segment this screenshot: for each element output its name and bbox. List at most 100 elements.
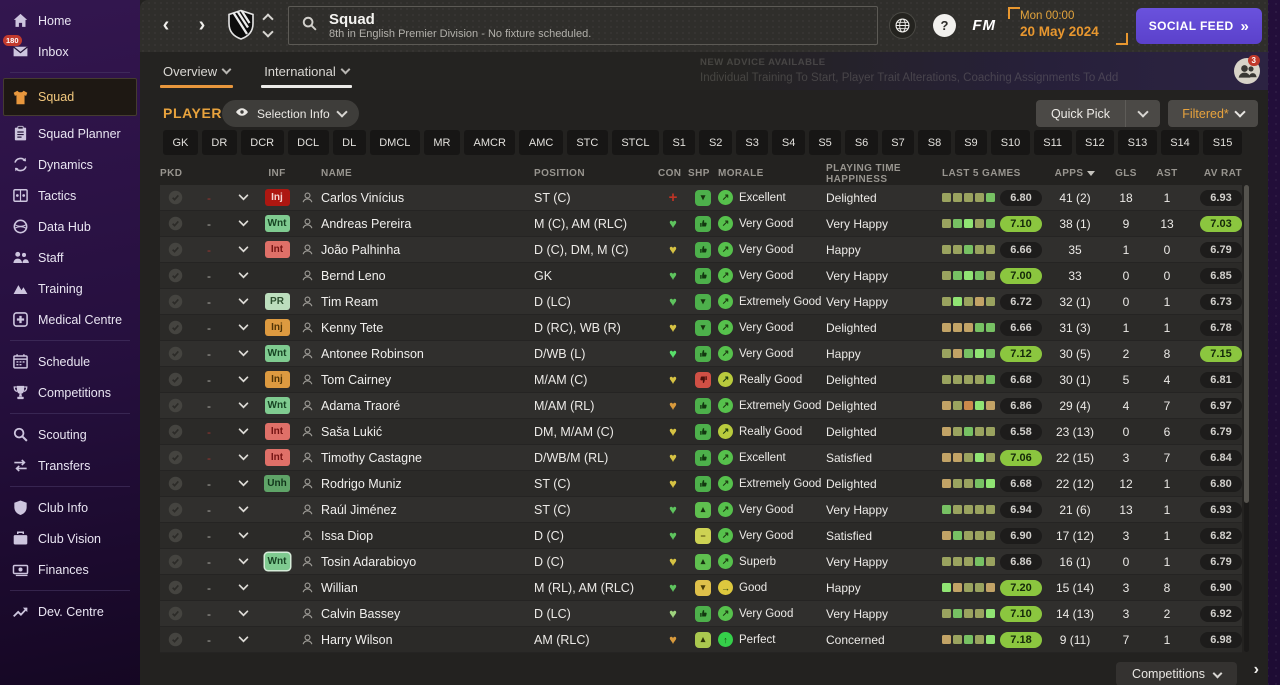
player-name[interactable]: João Palhinha xyxy=(318,243,534,257)
position-filter-stc[interactable]: STC xyxy=(566,130,608,155)
picked-check-icon[interactable] xyxy=(160,580,190,595)
table-row-carlos-vin-cius[interactable]: - Inj Carlos Vinícius ST (C) + ▾ ↗ Excel… xyxy=(160,185,1242,211)
chevron-down-icon[interactable] xyxy=(228,220,258,227)
player-name[interactable]: Antonee Robinson xyxy=(318,347,534,361)
position-filter-s5[interactable]: S5 xyxy=(808,130,842,155)
col-average-rating[interactable]: AV RAT xyxy=(1188,168,1242,179)
player-name[interactable]: Raúl Jiménez xyxy=(318,503,534,517)
col-last-5-games[interactable]: LAST 5 GAMES xyxy=(942,168,1044,179)
staff-avatar[interactable]: 3 xyxy=(1234,55,1260,84)
position-filter-s4[interactable]: S4 xyxy=(772,130,805,155)
search-icon[interactable] xyxy=(301,15,318,37)
chevron-down-icon[interactable] xyxy=(228,636,258,643)
picked-check-icon[interactable] xyxy=(160,346,190,361)
col-inf[interactable]: INF xyxy=(258,168,296,179)
col-morale[interactable]: MORALE xyxy=(718,168,826,179)
table-row-calvin-bassey[interactable]: - Calvin Bassey D (LC) ♥ ↗ Very Good Ver… xyxy=(160,601,1242,627)
player-name[interactable]: Bernd Leno xyxy=(318,269,534,283)
chevron-down-icon[interactable] xyxy=(228,610,258,617)
sidebar-item-scouting[interactable]: Scouting xyxy=(0,419,140,450)
filtered-button[interactable]: Filtered* xyxy=(1168,100,1258,127)
forward-arrow-icon[interactable]: › xyxy=(190,12,214,38)
picked-check-icon[interactable] xyxy=(160,320,190,335)
player-name[interactable]: Carlos Vinícius xyxy=(318,191,534,205)
picked-check-icon[interactable] xyxy=(160,294,190,309)
picked-check-icon[interactable] xyxy=(160,424,190,439)
chevron-down-icon[interactable] xyxy=(228,272,258,279)
player-name[interactable]: Willian xyxy=(318,581,534,595)
position-filter-dcr[interactable]: DCR xyxy=(240,130,284,155)
chevron-down-icon[interactable] xyxy=(228,376,258,383)
sidebar-item-inbox[interactable]: 180 Inbox xyxy=(0,35,140,67)
picked-check-icon[interactable] xyxy=(160,372,190,387)
table-header[interactable]: PKD INF NAME POSITION CON SHP MORALE PLA… xyxy=(160,163,1242,185)
col-goals[interactable]: GLS xyxy=(1106,168,1146,179)
player-name[interactable]: Timothy Castagne xyxy=(318,451,534,465)
position-filter-stcl[interactable]: STCL xyxy=(611,130,659,155)
table-row-rodrigo-muniz[interactable]: - Unh Rodrigo Muniz ST (C) ♥ ↗ Extremely… xyxy=(160,471,1242,497)
sidebar-item-finances[interactable]: Finances xyxy=(0,554,140,585)
tab-international[interactable]: International xyxy=(261,52,352,90)
position-filter-s3[interactable]: S3 xyxy=(735,130,769,155)
sidebar-item-home[interactable]: Home xyxy=(0,5,140,36)
col-position[interactable]: POSITION xyxy=(534,168,658,179)
sidebar-item-staff[interactable]: Staff xyxy=(0,242,140,273)
player-name[interactable]: Andreas Pereira xyxy=(318,217,534,231)
chevron-down-icon[interactable] xyxy=(1126,100,1160,127)
picked-check-icon[interactable] xyxy=(160,450,190,465)
chevron-down-icon[interactable] xyxy=(228,298,258,305)
table-row-jo-o-palhinha[interactable]: - Int João Palhinha D (C), DM, M (C) ♥ ↗… xyxy=(160,237,1242,263)
club-crest-icon[interactable] xyxy=(226,9,256,42)
sidebar-item-transfers[interactable]: Transfers xyxy=(0,450,140,481)
chevron-down-icon[interactable] xyxy=(228,428,258,435)
col-sharpness[interactable]: SHP xyxy=(688,168,718,179)
table-row-timothy-castagne[interactable]: - Int Timothy Castagne D/WB/M (RL) ♥ ↗ E… xyxy=(160,445,1242,471)
picked-check-icon[interactable] xyxy=(160,476,190,491)
table-row-sa-a-luki[interactable]: - Int Saša Lukić DM, M/AM (C) ♥ ↗ Really… xyxy=(160,419,1242,445)
col-name[interactable]: NAME xyxy=(318,168,534,179)
col-playing-time-happiness[interactable]: PLAYING TIME HAPPINESS xyxy=(826,163,942,185)
table-row-tom-cairney[interactable]: - Inj Tom Cairney M/AM (C) ♥ ↗ Really Go… xyxy=(160,367,1242,393)
quick-pick-button[interactable]: Quick Pick xyxy=(1035,100,1160,127)
position-filter-s12[interactable]: S12 xyxy=(1075,130,1115,155)
social-feed-button[interactable]: SOCIAL FEED » xyxy=(1136,8,1262,44)
position-filter-s7[interactable]: S7 xyxy=(881,130,915,155)
tab-overview[interactable]: Overview xyxy=(160,52,234,90)
position-filter-dcl[interactable]: DCL xyxy=(287,130,329,155)
position-filter-s6[interactable]: S6 xyxy=(845,130,878,155)
club-switcher-icon[interactable] xyxy=(262,13,274,38)
picked-check-icon[interactable] xyxy=(160,268,190,283)
sidebar-item-schedule[interactable]: Schedule xyxy=(0,346,140,377)
player-name[interactable]: Calvin Bassey xyxy=(318,607,534,621)
picked-check-icon[interactable] xyxy=(160,528,190,543)
picked-check-icon[interactable] xyxy=(160,398,190,413)
chevron-down-icon[interactable] xyxy=(228,350,258,357)
position-filter-amcr[interactable]: AMCR xyxy=(464,130,516,155)
picked-check-icon[interactable] xyxy=(160,632,190,647)
table-scrollbar[interactable] xyxy=(1244,185,1249,652)
table-row-issa-diop[interactable]: - Issa Diop D (C) ♥ − ↗ Very Good Satisf… xyxy=(160,523,1242,549)
col-assists[interactable]: AST xyxy=(1146,168,1188,179)
picked-check-icon[interactable] xyxy=(160,606,190,621)
picked-check-icon[interactable] xyxy=(160,242,190,257)
picked-check-icon[interactable] xyxy=(160,216,190,231)
table-row-adama-traor[interactable]: - Wnt Adama Traoré M/AM (RL) ♥ ↗ Extreme… xyxy=(160,393,1242,419)
chevron-down-icon[interactable] xyxy=(228,246,258,253)
table-row-tim-ream[interactable]: - PR Tim Ream D (LC) ♥ ▾ ↗ Extremely Goo… xyxy=(160,289,1242,315)
position-filter-s14[interactable]: S14 xyxy=(1160,130,1200,155)
position-filter-s15[interactable]: S15 xyxy=(1203,130,1242,155)
player-name[interactable]: Issa Diop xyxy=(318,529,534,543)
continue-date-block[interactable]: Mon 00:00 20 May 2024 xyxy=(1008,7,1128,45)
player-name[interactable]: Rodrigo Muniz xyxy=(318,477,534,491)
chevron-down-icon[interactable] xyxy=(228,454,258,461)
chevron-down-icon[interactable] xyxy=(228,532,258,539)
player-name[interactable]: Kenny Tete xyxy=(318,321,534,335)
sidebar-item-squad-planner[interactable]: Squad Planner xyxy=(0,118,140,149)
sidebar-item-data-hub[interactable]: Data Hub xyxy=(0,211,140,242)
sidebar-item-tactics[interactable]: Tactics xyxy=(0,180,140,211)
position-filter-dr[interactable]: DR xyxy=(201,130,237,155)
position-filter-s1[interactable]: S1 xyxy=(662,130,696,155)
footer-next-arrow[interactable]: › xyxy=(1254,661,1259,679)
sidebar-item-training[interactable]: Training xyxy=(0,273,140,304)
sidebar-item-dynamics[interactable]: Dynamics xyxy=(0,149,140,180)
